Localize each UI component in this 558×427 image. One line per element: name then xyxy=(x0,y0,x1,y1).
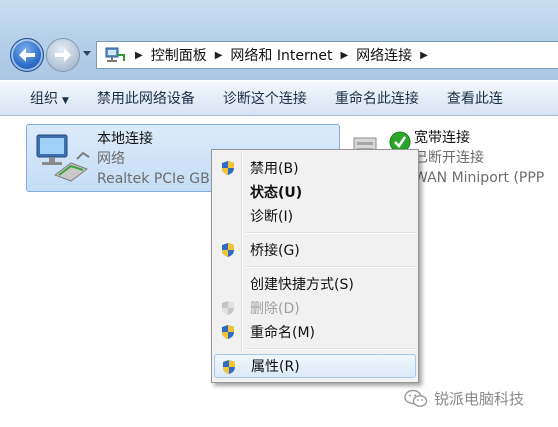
breadcrumb-separator[interactable]: ▶ xyxy=(215,50,223,61)
network-folder-icon xyxy=(105,47,125,62)
breadcrumb-network-connections[interactable]: 网络连接 xyxy=(356,45,412,65)
window-header: ▶ 控制面板 ▶ 网络和 Internet ▶ 网络连接 ▶ xyxy=(0,0,558,80)
menu-item-rename[interactable]: 重命名(M) xyxy=(214,320,416,344)
menu-separator xyxy=(246,266,416,268)
back-button[interactable] xyxy=(10,38,44,72)
connection-name: 宽带连接 xyxy=(414,130,470,146)
menu-separator xyxy=(246,348,416,350)
command-toolbar: 组织 ▼ 禁用此网络设备 诊断这个连接 重命名此连接 查看此连 xyxy=(0,80,558,116)
breadcrumb-separator[interactable]: ▶ xyxy=(340,50,348,61)
menu-item-disable[interactable]: 禁用(B) xyxy=(214,156,416,180)
forward-arrow-icon xyxy=(55,48,71,62)
connection-status: 网络 xyxy=(97,151,125,167)
menu-item-create-shortcut[interactable]: 创建快捷方式(S) xyxy=(214,272,416,296)
watermark: 锐派电脑科技 xyxy=(404,388,524,409)
menu-item-delete: 删除(D) xyxy=(214,296,416,320)
breadcrumb-separator[interactable]: ▶ xyxy=(135,50,143,61)
back-arrow-icon xyxy=(19,48,35,62)
connection-device: Realtek PCIe GB xyxy=(97,171,210,187)
history-dropdown-icon[interactable] xyxy=(83,51,91,57)
view-status-button[interactable]: 查看此连 xyxy=(433,88,517,108)
context-menu: 禁用(B) 状态(U) 诊断(I) 桥接(G) 创建快捷方式(S) 删除(D) … xyxy=(211,149,419,383)
address-bar[interactable]: ▶ 控制面板 ▶ 网络和 Internet ▶ 网络连接 ▶ xyxy=(96,41,558,69)
menu-separator xyxy=(246,232,416,234)
rename-button[interactable]: 重命名此连接 xyxy=(321,88,433,108)
breadcrumb-network-internet[interactable]: 网络和 Internet xyxy=(230,45,332,65)
menu-item-status[interactable]: 状态(U) xyxy=(214,180,416,204)
connection-device: WAN Miniport (PPP xyxy=(414,170,545,186)
connection-name: 本地连接 xyxy=(97,131,153,147)
organize-menu[interactable]: 组织 ▼ xyxy=(0,88,83,108)
menu-item-bridge[interactable]: 桥接(G) xyxy=(214,238,416,262)
menu-item-diagnose[interactable]: 诊断(I) xyxy=(214,204,416,228)
disable-device-button[interactable]: 禁用此网络设备 xyxy=(83,88,209,108)
uac-shield-icon xyxy=(223,360,235,374)
uac-shield-icon xyxy=(222,161,234,175)
forward-button[interactable] xyxy=(46,38,80,72)
connection-status: 已断开连接 xyxy=(414,150,484,166)
diagnose-button[interactable]: 诊断这个连接 xyxy=(209,88,321,108)
uac-shield-icon xyxy=(222,243,234,257)
wechat-icon xyxy=(404,389,428,407)
breadcrumb-separator[interactable]: ▶ xyxy=(420,50,428,61)
watermark-text: 锐派电脑科技 xyxy=(434,390,525,408)
uac-shield-icon xyxy=(222,325,234,339)
breadcrumb-control-panel[interactable]: 控制面板 xyxy=(151,45,207,65)
menu-item-properties[interactable]: 属性(R) xyxy=(214,354,416,378)
chevron-down-icon: ▼ xyxy=(62,96,69,106)
network-adapter-icon xyxy=(36,134,90,182)
uac-shield-icon xyxy=(222,301,234,315)
